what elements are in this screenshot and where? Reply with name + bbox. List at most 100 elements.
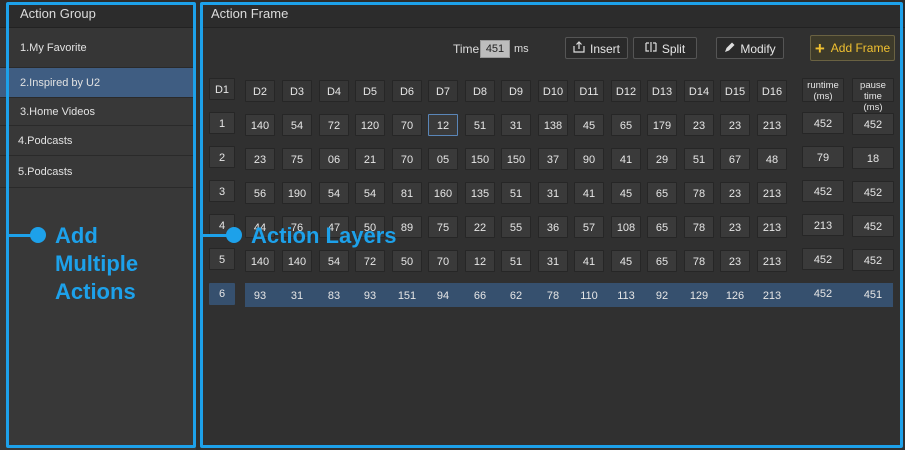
row-5-runtime[interactable]: 452	[802, 248, 844, 270]
row-2-cell-d11[interactable]: 90	[574, 148, 604, 170]
row-2-cell-d16[interactable]: 48	[757, 148, 787, 170]
row-3-cell-d14[interactable]: 78	[684, 182, 714, 204]
row-2-cell-d9[interactable]: 150	[501, 148, 531, 170]
row-5-cell-d15[interactable]: 23	[720, 250, 750, 272]
row-3-cell-d3[interactable]: 190	[282, 182, 312, 204]
row-5-pause-time[interactable]: 452	[852, 249, 894, 271]
row-3-cell-d13[interactable]: 65	[647, 182, 677, 204]
row-5-cell-d9[interactable]: 51	[501, 250, 531, 272]
row-3-cell-d9[interactable]: 51	[501, 182, 531, 204]
add-frame-button[interactable]: + Add Frame	[810, 35, 895, 61]
row-2-cell-d15[interactable]: 67	[720, 148, 750, 170]
row-6-cell-d8[interactable]: 66	[465, 285, 495, 307]
row-4-cell-d11[interactable]: 57	[574, 216, 604, 238]
row-2-cell-d2[interactable]: 23	[245, 148, 275, 170]
row-5-cell-d2[interactable]: 140	[245, 250, 275, 272]
row-2-cell-d14[interactable]: 51	[684, 148, 714, 170]
row-2-pause-time[interactable]: 18	[852, 147, 894, 169]
row-4-runtime[interactable]: 213	[802, 214, 844, 236]
row-6-cell-d14[interactable]: 129	[684, 285, 714, 307]
row-1-cell-d3[interactable]: 54	[282, 114, 312, 136]
row-5-cell-d16[interactable]: 213	[757, 250, 787, 272]
row-5-cell-d4[interactable]: 54	[319, 250, 349, 272]
row-2-cell-d10[interactable]: 37	[538, 148, 568, 170]
row-1-cell-d4[interactable]: 72	[319, 114, 349, 136]
row-1-cell-d11[interactable]: 45	[574, 114, 604, 136]
row-1-cell-d10[interactable]: 138	[538, 114, 568, 136]
row-1-cell-d9[interactable]: 31	[501, 114, 531, 136]
row-2-cell-d3[interactable]: 75	[282, 148, 312, 170]
row-6-cell-d10[interactable]: 78	[538, 285, 568, 307]
row-id-5[interactable]: 5	[209, 248, 235, 270]
row-2-cell-d8[interactable]: 150	[465, 148, 495, 170]
row-6-cell-d6[interactable]: 151	[392, 285, 422, 307]
row-4-cell-d10[interactable]: 36	[538, 216, 568, 238]
row-1-pause-time[interactable]: 452	[852, 113, 894, 135]
row-4-cell-d13[interactable]: 65	[647, 216, 677, 238]
row-5-cell-d6[interactable]: 50	[392, 250, 422, 272]
row-4-cell-d14[interactable]: 78	[684, 216, 714, 238]
group-item-podcasts-5[interactable]: 5.Podcasts	[0, 156, 196, 188]
row-1-cell-d7[interactable]: 12	[428, 114, 458, 136]
row-1-runtime[interactable]: 452	[802, 112, 844, 134]
row-3-cell-d2[interactable]: 56	[245, 182, 275, 204]
row-3-cell-d5[interactable]: 54	[355, 182, 385, 204]
row-5-cell-d7[interactable]: 70	[428, 250, 458, 272]
row-6-runtime[interactable]: 452	[802, 283, 844, 305]
row-2-cell-d5[interactable]: 21	[355, 148, 385, 170]
row-3-cell-d11[interactable]: 41	[574, 182, 604, 204]
row-1-cell-d8[interactable]: 51	[465, 114, 495, 136]
row-3-pause-time[interactable]: 452	[852, 181, 894, 203]
row-6-cell-d13[interactable]: 92	[647, 285, 677, 307]
row-4-cell-d6[interactable]: 89	[392, 216, 422, 238]
row-1-cell-d14[interactable]: 23	[684, 114, 714, 136]
row-4-cell-d8[interactable]: 22	[465, 216, 495, 238]
row-3-runtime[interactable]: 452	[802, 180, 844, 202]
row-3-cell-d15[interactable]: 23	[720, 182, 750, 204]
row-1-cell-d5[interactable]: 120	[355, 114, 385, 136]
row-6-cell-d9[interactable]: 62	[501, 285, 531, 307]
row-id-1[interactable]: 1	[209, 112, 235, 134]
row-4-cell-d12[interactable]: 108	[611, 216, 641, 238]
row-1-cell-d13[interactable]: 179	[647, 114, 677, 136]
row-6-cell-d12[interactable]: 113	[611, 285, 641, 307]
row-2-cell-d12[interactable]: 41	[611, 148, 641, 170]
row-6-cell-d11[interactable]: 110	[574, 285, 604, 307]
row-6-pause-time[interactable]: 451	[852, 284, 894, 306]
row-1-cell-d15[interactable]: 23	[720, 114, 750, 136]
row-2-cell-d7[interactable]: 05	[428, 148, 458, 170]
split-button[interactable]: Split	[633, 37, 697, 59]
row-3-cell-d16[interactable]: 213	[757, 182, 787, 204]
row-6-cell-d15[interactable]: 126	[720, 285, 750, 307]
row-2-cell-d13[interactable]: 29	[647, 148, 677, 170]
row-3-cell-d8[interactable]: 135	[465, 182, 495, 204]
group-item-my-favorite[interactable]: 1.My Favorite	[0, 28, 196, 68]
row-id-6[interactable]: 6	[209, 283, 235, 305]
row-3-cell-d7[interactable]: 160	[428, 182, 458, 204]
time-input[interactable]: 451	[480, 40, 510, 58]
row-3-cell-d10[interactable]: 31	[538, 182, 568, 204]
row-1-cell-d16[interactable]: 213	[757, 114, 787, 136]
row-5-cell-d5[interactable]: 72	[355, 250, 385, 272]
row-5-cell-d11[interactable]: 41	[574, 250, 604, 272]
row-1-cell-d2[interactable]: 140	[245, 114, 275, 136]
group-item-inspired-by-u2[interactable]: 2.Inspired by U2	[0, 68, 196, 98]
row-4-cell-d7[interactable]: 75	[428, 216, 458, 238]
row-6-cell-d5[interactable]: 93	[355, 285, 385, 307]
row-6-cell-d16[interactable]: 213	[757, 285, 787, 307]
row-3-cell-d4[interactable]: 54	[319, 182, 349, 204]
row-5-cell-d8[interactable]: 12	[465, 250, 495, 272]
group-item-home-videos[interactable]: 3.Home Videos	[0, 98, 196, 126]
modify-button[interactable]: Modify	[716, 37, 784, 59]
row-3-cell-d6[interactable]: 81	[392, 182, 422, 204]
row-5-cell-d13[interactable]: 65	[647, 250, 677, 272]
row-id-3[interactable]: 3	[209, 180, 235, 202]
row-6-cell-d3[interactable]: 31	[282, 285, 312, 307]
row-4-cell-d9[interactable]: 55	[501, 216, 531, 238]
row-6-cell-d4[interactable]: 83	[319, 285, 349, 307]
row-5-cell-d3[interactable]: 140	[282, 250, 312, 272]
insert-button[interactable]: Insert	[565, 37, 628, 59]
row-5-cell-d14[interactable]: 78	[684, 250, 714, 272]
row-5-cell-d12[interactable]: 45	[611, 250, 641, 272]
row-6-cell-d2[interactable]: 93	[245, 285, 275, 307]
